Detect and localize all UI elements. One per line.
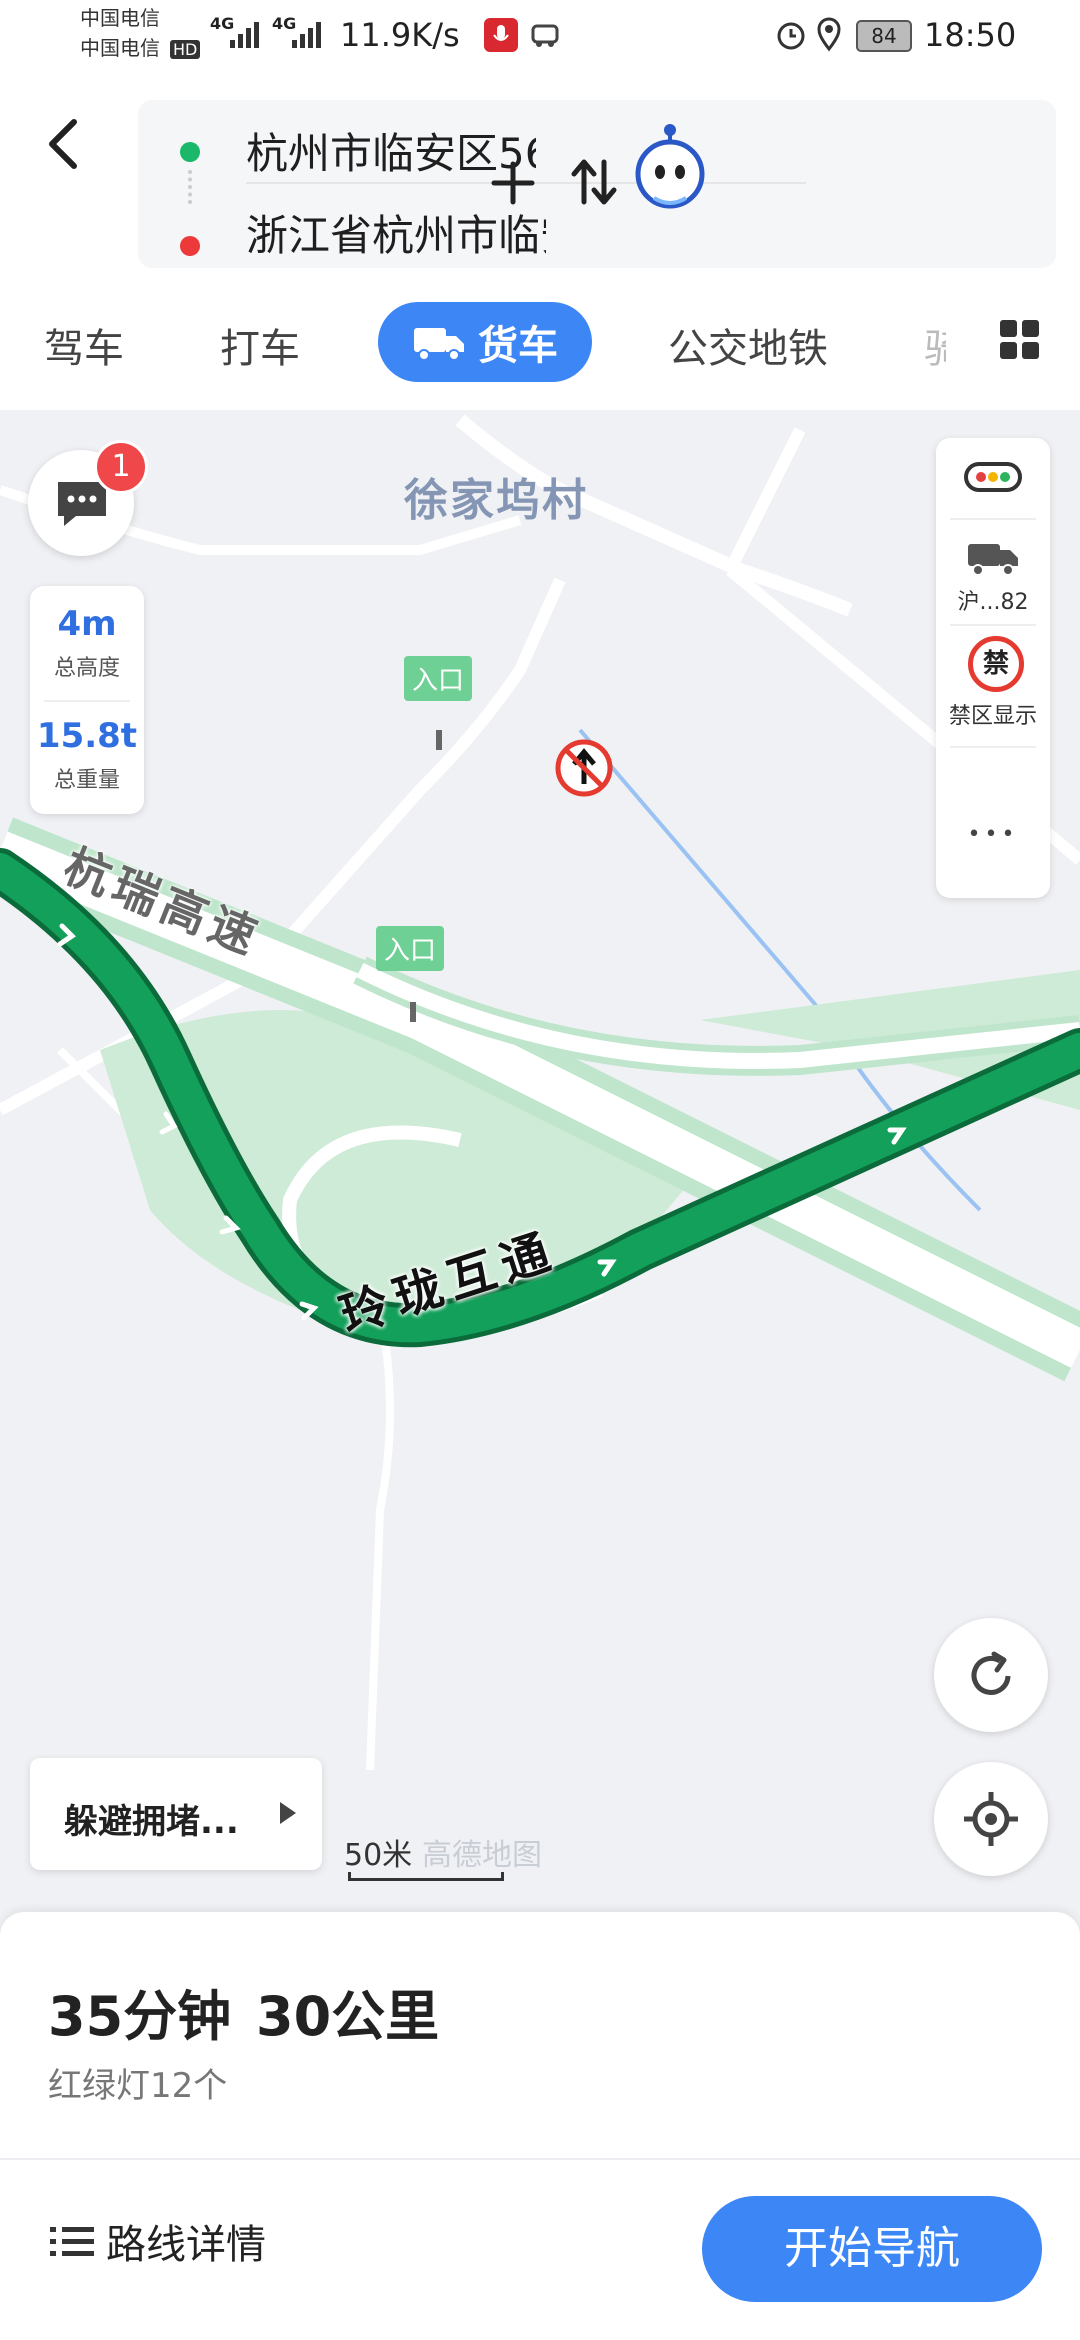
- network-speed: 11.9K/s: [340, 16, 460, 54]
- message-badge: 1: [94, 440, 148, 494]
- scale-label: 50米: [344, 1838, 413, 1873]
- more-tabs-grid-icon[interactable]: [998, 318, 1042, 362]
- status-bar: 中国电信 中国电信 HD 4G 4G 11.9K/s 84 18:50: [0, 0, 1080, 72]
- truck-weight-value: 15.8t: [36, 716, 138, 756]
- tools-divider-1: [950, 518, 1036, 520]
- truck-plate-icon[interactable]: [966, 538, 1022, 578]
- truck-height-value: 4m: [57, 604, 117, 644]
- avoid-congestion-label: 躲避拥堵...: [64, 1802, 239, 1842]
- route-details-button[interactable]: 路线详情: [48, 2212, 266, 2270]
- truck-weight-label: 总重量: [53, 768, 120, 793]
- add-waypoint-icon[interactable]: [488, 158, 538, 208]
- origin-dot: [180, 142, 200, 162]
- truck-height-label: 总高度: [53, 656, 120, 681]
- route-input-box[interactable]: 杭州市临安区56... 浙江省杭州市临安...: [138, 100, 1056, 268]
- truck-icon: [414, 328, 464, 361]
- traffic-light-icon[interactable]: [964, 460, 1022, 494]
- route-distance: 30公里: [256, 1985, 440, 2048]
- restricted-zone-label[interactable]: 禁区显示: [936, 698, 1050, 730]
- tab-transit[interactable]: 公交地铁: [668, 316, 828, 374]
- clock: 18:50: [924, 16, 1017, 54]
- village-label: 徐家坞村: [404, 475, 588, 526]
- route-summary-sheet: 35分钟 30公里 红绿灯12个 路线详情 开始导航: [0, 1912, 1080, 2340]
- destination-dot: [180, 236, 200, 256]
- route-connector: [188, 170, 196, 204]
- sheet-divider: [0, 2158, 1080, 2160]
- location-icon: [817, 17, 841, 52]
- tools-divider-3: [950, 746, 1036, 748]
- car-mode-icon: [531, 24, 559, 47]
- swap-route-icon[interactable]: [566, 154, 622, 210]
- tab-taxi[interactable]: 打车: [220, 316, 300, 374]
- map-canvas: [0, 414, 1080, 1771]
- traffic-lights-count: 红绿灯12个: [48, 2066, 228, 2106]
- route-header: 杭州市临安区56... 浙江省杭州市临安... 驾车 打车 货车 公交地铁 骑: [0, 72, 1080, 412]
- scale-bar: [348, 1872, 504, 1881]
- destination-input[interactable]: 浙江省杭州市临安...: [246, 202, 546, 263]
- refresh-icon: [971, 1651, 1011, 1695]
- refresh-route-button[interactable]: [934, 1618, 1048, 1732]
- route-duration: 35分钟: [48, 1985, 232, 2048]
- play-arrow-icon: [280, 1802, 296, 1824]
- carrier-1: 中国电信: [80, 6, 160, 30]
- tab-truck-label: 货车: [478, 323, 558, 369]
- tab-bike[interactable]: 骑: [924, 316, 946, 374]
- hd-badge: HD: [170, 40, 201, 59]
- locate-icon: [964, 1792, 1018, 1846]
- map-tools-panel: 沪...82 禁 禁区显示 •••: [936, 438, 1050, 898]
- map-view[interactable]: 徐家坞村 杭瑞高速 玲珑互通 入口 入口 1 4m 总高度 15.8t 总重量 …: [0, 410, 1080, 1920]
- list-icon: [50, 2227, 94, 2256]
- signal-icon-2: [292, 22, 321, 48]
- avoid-congestion-button[interactable]: 躲避拥堵...: [30, 1758, 322, 1870]
- back-arrow-icon[interactable]: [40, 112, 84, 176]
- carrier-2: 中国电信: [80, 36, 160, 60]
- start-navigation-button[interactable]: 开始导航: [702, 2196, 1042, 2302]
- tab-drive[interactable]: 驾车: [44, 316, 124, 374]
- restricted-zone-icon[interactable]: 禁: [968, 636, 1024, 692]
- entrance-label-1: 入口: [376, 926, 445, 971]
- battery-icon: 84: [856, 20, 912, 52]
- alarm-icon: [777, 22, 805, 50]
- route-details-label: 路线详情: [106, 2222, 266, 2268]
- truck-spec-panel[interactable]: 4m 总高度 15.8t 总重量: [30, 586, 144, 814]
- entrance-label-2: 入口: [404, 656, 473, 701]
- tools-divider-2: [950, 624, 1036, 626]
- map-brand-label: 高德地图: [422, 1838, 542, 1873]
- assistant-avatar-icon[interactable]: [628, 120, 712, 210]
- truck-plate-label[interactable]: 沪...82: [936, 584, 1050, 616]
- tab-truck[interactable]: 货车: [378, 302, 592, 382]
- locate-me-button[interactable]: [934, 1762, 1048, 1876]
- more-tools-button[interactable]: •••: [936, 822, 1050, 847]
- mic-icon: [484, 18, 518, 52]
- signal-icon: [230, 22, 259, 48]
- spec-divider: [44, 700, 130, 702]
